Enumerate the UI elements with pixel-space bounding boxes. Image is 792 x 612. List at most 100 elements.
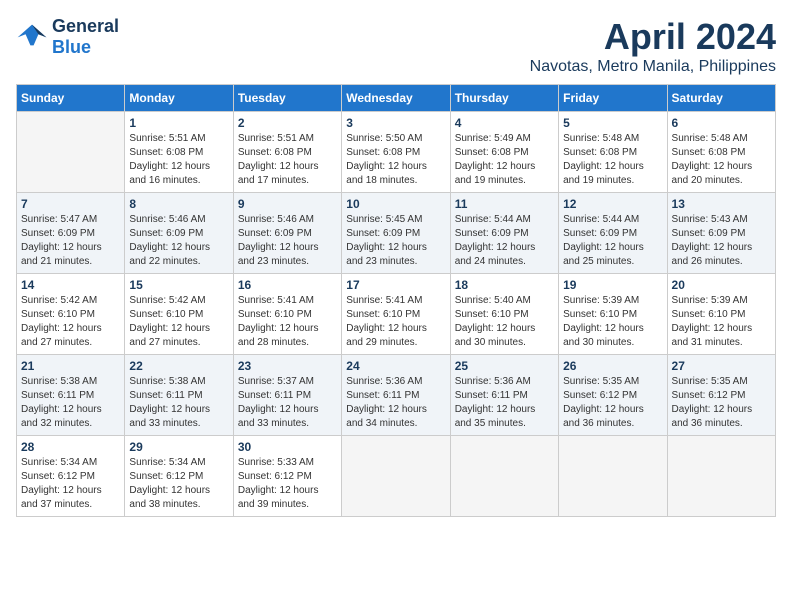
day-number: 25	[455, 359, 554, 373]
day-info: Sunrise: 5:44 AMSunset: 6:09 PMDaylight:…	[455, 213, 554, 269]
day-info: Sunrise: 5:46 AMSunset: 6:09 PMDaylight:…	[129, 213, 228, 269]
day-info: Sunrise: 5:42 AMSunset: 6:10 PMDaylight:…	[21, 294, 120, 350]
table-row: 2 Sunrise: 5:51 AMSunset: 6:08 PMDaylight…	[233, 112, 341, 193]
day-info: Sunrise: 5:48 AMSunset: 6:08 PMDaylight:…	[563, 132, 662, 188]
header-tuesday: Tuesday	[233, 85, 341, 112]
logo: General Blue	[16, 16, 119, 58]
table-row	[559, 436, 667, 517]
day-info: Sunrise: 5:51 AMSunset: 6:08 PMDaylight:…	[129, 132, 228, 188]
table-row: 16 Sunrise: 5:41 AMSunset: 6:10 PMDayligh…	[233, 274, 341, 355]
day-number: 28	[21, 440, 120, 454]
table-row: 8 Sunrise: 5:46 AMSunset: 6:09 PMDaylight…	[125, 193, 233, 274]
table-row: 14 Sunrise: 5:42 AMSunset: 6:10 PMDayligh…	[17, 274, 125, 355]
day-number: 6	[672, 116, 771, 130]
table-row: 12 Sunrise: 5:44 AMSunset: 6:09 PMDayligh…	[559, 193, 667, 274]
day-info: Sunrise: 5:33 AMSunset: 6:12 PMDaylight:…	[238, 456, 337, 512]
table-row: 7 Sunrise: 5:47 AMSunset: 6:09 PMDaylight…	[17, 193, 125, 274]
page-header: General Blue April 2024 Navotas, Metro M…	[16, 16, 776, 76]
day-info: Sunrise: 5:37 AMSunset: 6:11 PMDaylight:…	[238, 375, 337, 431]
header-saturday: Saturday	[667, 85, 775, 112]
logo-icon	[16, 23, 48, 51]
table-row: 21Sunrise: 5:38 AMSunset: 6:11 PMDayligh…	[17, 355, 125, 436]
calendar-title: April 2024	[530, 16, 776, 58]
table-row: 22 Sunrise: 5:38 AMSunset: 6:11 PMDayligh…	[125, 355, 233, 436]
day-info: Sunrise: 5:36 AMSunset: 6:11 PMDaylight:…	[346, 375, 445, 431]
table-row	[342, 436, 450, 517]
calendar-table: Sunday Monday Tuesday Wednesday Thursday…	[16, 84, 776, 517]
header-monday: Monday	[125, 85, 233, 112]
day-info: Sunrise: 5:34 AMSunset: 6:12 PMDaylight:…	[21, 456, 120, 512]
table-row: 28 Sunrise: 5:34 AMSunset: 6:12 PMDayligh…	[17, 436, 125, 517]
day-info: Sunrise: 5:36 AMSunset: 6:11 PMDaylight:…	[455, 375, 554, 431]
day-number: 17	[346, 278, 445, 292]
day-info: Sunrise: 5:39 AMSunset: 6:10 PMDaylight:…	[563, 294, 662, 350]
day-number: 12	[563, 197, 662, 211]
day-info: Sunrise: 5:51 AMSunset: 6:08 PMDaylight:…	[238, 132, 337, 188]
day-info: Sunrise: 5:35 AMSunset: 6:12 PMDaylight:…	[672, 375, 771, 431]
table-row: 25 Sunrise: 5:36 AMSunset: 6:11 PMDayligh…	[450, 355, 558, 436]
table-row: 5 Sunrise: 5:48 AMSunset: 6:08 PMDaylight…	[559, 112, 667, 193]
logo-text: General Blue	[52, 16, 119, 58]
day-number: 20	[672, 278, 771, 292]
day-number: 22	[129, 359, 228, 373]
day-number: 16	[238, 278, 337, 292]
table-row: 1 Sunrise: 5:51 AMSunset: 6:08 PMDaylight…	[125, 112, 233, 193]
calendar-week-4: 21 Sunrise: 5:38 AMSunset: 6:11 PMDayligh…	[17, 355, 776, 436]
table-row: 9Sunrise: 5:46 AMSunset: 6:09 PMDaylight…	[233, 193, 341, 274]
table-row: 18 Sunrise: 5:40 AMSunset: 6:10 PMDayligh…	[450, 274, 558, 355]
day-info: Sunrise: 5:45 AMSunset: 6:09 PMDaylight:…	[346, 213, 445, 269]
table-row	[450, 436, 558, 517]
day-info: Sunrise: 5:43 AMSunset: 6:09 PMDaylight:…	[672, 213, 771, 269]
table-row: 24 Sunrise: 5:36 AMSunset: 6:11 PMDayligh…	[342, 355, 450, 436]
day-info: Sunrise: 5:40 AMSunset: 6:10 PMDaylight:…	[455, 294, 554, 350]
table-row: 27 Sunrise: 5:35 AMSunset: 6:12 PMDayligh…	[667, 355, 775, 436]
day-number: 10	[346, 197, 445, 211]
table-row: 19 Sunrise: 5:39 AMSunset: 6:10 PMDayligh…	[559, 274, 667, 355]
day-info: Sunrise: 5:34 AMSunset: 6:12 PMDaylight:…	[129, 456, 228, 512]
calendar-week-1: 1 Sunrise: 5:51 AMSunset: 6:08 PMDaylight…	[17, 112, 776, 193]
day-info: Sunrise: 5:50 AMSunset: 6:08 PMDaylight:…	[346, 132, 445, 188]
day-number: 30	[238, 440, 337, 454]
header-thursday: Thursday	[450, 85, 558, 112]
day-info: Sunrise: 5:41 AMSunset: 6:10 PMDaylight:…	[346, 294, 445, 350]
title-block: April 2024 Navotas, Metro Manila, Philip…	[530, 16, 776, 76]
day-number: 24	[346, 359, 445, 373]
calendar-week-2: 7 Sunrise: 5:47 AMSunset: 6:09 PMDaylight…	[17, 193, 776, 274]
day-info: Sunrise: 5:44 AMSunset: 6:09 PMDaylight:…	[563, 213, 662, 269]
day-info: Sunrise: 5:38 AMSunset: 6:11 PMDaylight:…	[129, 375, 228, 431]
day-info: Sunrise: 5:49 AMSunset: 6:08 PMDaylight:…	[455, 132, 554, 188]
table-row: 10 Sunrise: 5:45 AMSunset: 6:09 PMDayligh…	[342, 193, 450, 274]
day-number: 1	[129, 116, 228, 130]
day-number: 14	[21, 278, 120, 292]
day-info: Sunrise: 5:47 AMSunset: 6:09 PMDaylight:…	[21, 213, 120, 269]
day-number: 19	[563, 278, 662, 292]
day-info: Sunrise: 5:46 AMSunset: 6:09 PMDaylight:…	[238, 213, 337, 269]
day-number: 18	[455, 278, 554, 292]
table-row: 4 Sunrise: 5:49 AMSunset: 6:08 PMDaylight…	[450, 112, 558, 193]
day-info: Sunrise: 5:39 AMSunset: 6:10 PMDaylight:…	[672, 294, 771, 350]
header-sunday: Sunday	[17, 85, 125, 112]
header-friday: Friday	[559, 85, 667, 112]
day-number: 2	[238, 116, 337, 130]
table-row: 17 Sunrise: 5:41 AMSunset: 6:10 PMDayligh…	[342, 274, 450, 355]
day-number: 5	[563, 116, 662, 130]
day-number: 8	[129, 197, 228, 211]
table-row: 30 Sunrise: 5:33 AMSunset: 6:12 PMDayligh…	[233, 436, 341, 517]
calendar-week-5: 28 Sunrise: 5:34 AMSunset: 6:12 PMDayligh…	[17, 436, 776, 517]
day-number: 23	[238, 359, 337, 373]
day-number: 15	[129, 278, 228, 292]
table-row: 13 Sunrise: 5:43 AMSunset: 6:09 PMDayligh…	[667, 193, 775, 274]
table-row: 29Sunrise: 5:34 AMSunset: 6:12 PMDayligh…	[125, 436, 233, 517]
day-info: Sunrise: 5:42 AMSunset: 6:10 PMDaylight:…	[129, 294, 228, 350]
table-row: 23 Sunrise: 5:37 AMSunset: 6:11 PMDayligh…	[233, 355, 341, 436]
header-wednesday: Wednesday	[342, 85, 450, 112]
day-number: 7	[21, 197, 120, 211]
table-row: 11Sunrise: 5:44 AMSunset: 6:09 PMDayligh…	[450, 193, 558, 274]
table-row: 6Sunrise: 5:48 AMSunset: 6:08 PMDaylight…	[667, 112, 775, 193]
day-number: 13	[672, 197, 771, 211]
calendar-header-row: Sunday Monday Tuesday Wednesday Thursday…	[17, 85, 776, 112]
day-number: 21	[21, 359, 120, 373]
day-number: 4	[455, 116, 554, 130]
day-info: Sunrise: 5:41 AMSunset: 6:10 PMDaylight:…	[238, 294, 337, 350]
day-number: 27	[672, 359, 771, 373]
